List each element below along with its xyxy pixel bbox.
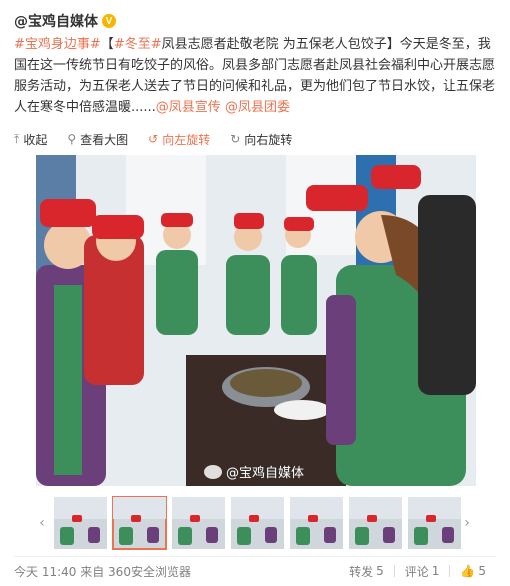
magnify-icon: ⚲	[67, 132, 77, 146]
thumbnail[interactable]	[408, 497, 461, 549]
bracket-open: 【	[100, 37, 114, 52]
post-time[interactable]: 今天 11:40	[14, 565, 76, 579]
next-arrow-icon[interactable]: ›	[461, 497, 473, 549]
photo-illustration	[36, 155, 476, 486]
prev-arrow-icon[interactable]: ‹	[36, 497, 48, 549]
bracket-close: 】	[386, 37, 400, 52]
collapse-label: 收起	[23, 132, 48, 147]
topic-link[interactable]: #宝鸡身边事#	[14, 37, 101, 52]
post-meta: 今天 11:40 来自 360安全浏览器	[14, 563, 339, 580]
view-large-label: 查看大图	[80, 132, 129, 147]
collapse-icon: ⤒	[14, 131, 20, 146]
rotate-right-label: 向右旋转	[244, 132, 293, 147]
rotate-left-label: 向左旋转	[162, 132, 211, 147]
thumbnail[interactable]	[290, 497, 343, 549]
rotate-left-button[interactable]: ↺ 向左旋转	[148, 131, 210, 148]
comment-button[interactable]: 评论 1	[395, 563, 450, 580]
post-photo[interactable]	[36, 155, 476, 486]
watermark-text: @宝鸡自媒体	[226, 466, 305, 481]
mention-link[interactable]: @凤县宣传	[156, 100, 221, 115]
comment-label: 评论	[404, 564, 429, 579]
thumbnail-list	[54, 496, 461, 550]
post-footer: 今天 11:40 来自 360安全浏览器 转发 5 评论 1 👍 5	[14, 562, 496, 580]
weibo-post-card: @宝鸡自媒体 V #宝鸡身边事#【#冬至#凤县志愿者赴敬老院 为五保老人包饺子】…	[0, 0, 510, 586]
thumbnail[interactable]	[349, 497, 402, 549]
post-actions: 转发 5 评论 1 👍 5	[339, 563, 496, 580]
mention-link[interactable]: @凤县团委	[225, 100, 290, 115]
comment-count: 1	[431, 564, 440, 578]
like-button[interactable]: 👍 5	[450, 564, 496, 578]
headline: 凤县志愿者赴敬老院 为五保老人包饺子	[161, 37, 387, 52]
topic-link[interactable]: #冬至#	[114, 37, 162, 52]
rotate-right-icon: ↻	[230, 132, 241, 146]
thumbnail[interactable]	[172, 497, 225, 549]
repost-count: 5	[376, 564, 384, 578]
repost-button[interactable]: 转发 5	[339, 563, 394, 580]
thumbnail-selected[interactable]	[112, 496, 167, 550]
thumbnail[interactable]	[54, 497, 107, 549]
weibo-logo-icon	[204, 464, 222, 479]
post-text: #宝鸡身边事#【#冬至#凤县志愿者赴敬老院 为五保老人包饺子】今天是冬至，我国在…	[14, 34, 498, 118]
thumbnail-strip: ‹ ›	[36, 495, 476, 551]
rotate-left-icon: ↺	[148, 132, 159, 146]
repost-label: 转发	[349, 564, 374, 579]
rotate-right-button[interactable]: ↻ 向右旋转	[230, 131, 292, 148]
footer-divider	[14, 556, 496, 557]
verified-badge-icon: V	[102, 14, 116, 28]
photo-watermark: @宝鸡自媒体	[204, 462, 304, 481]
thumbnail[interactable]	[231, 497, 284, 549]
collapse-button[interactable]: ⤒ 收起	[14, 131, 47, 148]
thumbs-up-icon: 👍	[460, 564, 476, 578]
like-count: 5	[478, 564, 486, 578]
view-large-button[interactable]: ⚲ 查看大图	[67, 131, 128, 148]
image-toolbar: ⤒ 收起 ⚲ 查看大图 ↺ 向左旋转 ↻ 向右旋转	[14, 129, 496, 149]
post-source: 来自 360安全浏览器	[80, 564, 191, 579]
author-name[interactable]: @宝鸡自媒体	[14, 11, 98, 31]
post-header: @宝鸡自媒体 V	[14, 11, 116, 31]
